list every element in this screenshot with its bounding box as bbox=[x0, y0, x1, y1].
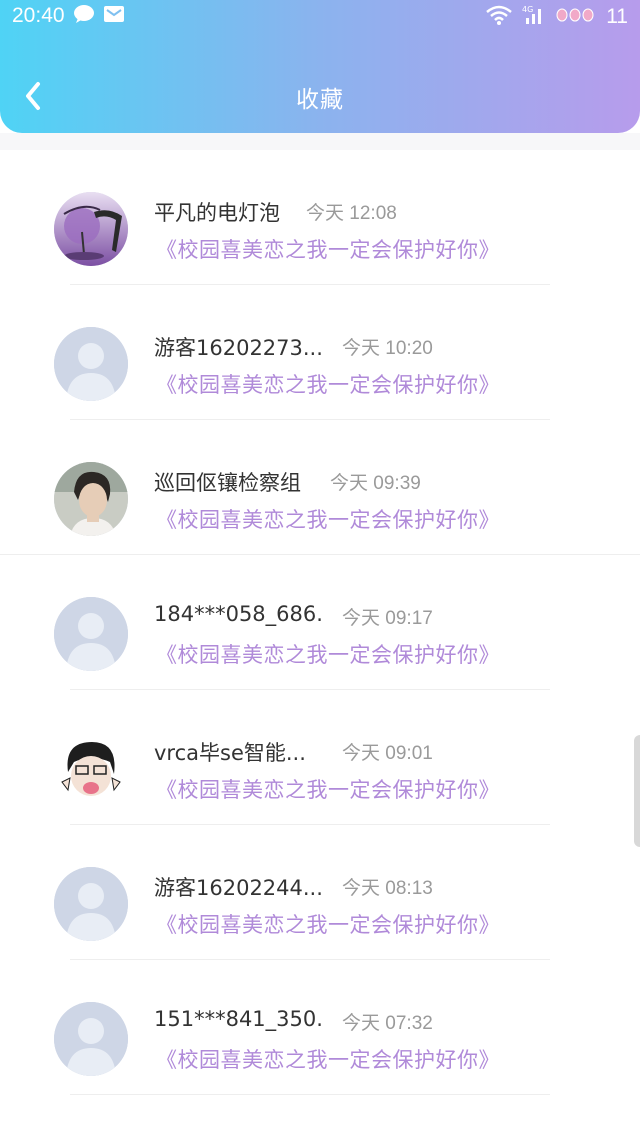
item-time: 今天 12:08 bbox=[306, 203, 397, 224]
item-time: 今天 08:13 bbox=[342, 878, 433, 899]
list-item[interactable]: vrca毕se智能... 今天 09:01 《校园喜美恋之我一定会保护好你》 bbox=[0, 690, 640, 825]
mail-icon bbox=[103, 4, 125, 28]
user-name: 平凡的电灯泡 bbox=[154, 201, 280, 225]
status-time: 20:40 bbox=[12, 4, 65, 27]
list-item[interactable]: 平凡的电灯泡 今天 12:08 《校园喜美恋之我一定会保护好你》 bbox=[0, 150, 640, 285]
favorites-list: 平凡的电灯泡 今天 12:08 《校园喜美恋之我一定会保护好你》 游客16202… bbox=[0, 150, 640, 1095]
item-time: 今天 09:39 bbox=[330, 473, 421, 494]
avatar[interactable] bbox=[54, 732, 128, 806]
list-item[interactable]: 184***058_686... 今天 09:17 《校园喜美恋之我一定会保护好… bbox=[0, 555, 640, 690]
user-name: 游客16202273... bbox=[154, 336, 323, 360]
default-avatar-icon bbox=[54, 867, 128, 941]
battery-level: 11 bbox=[606, 5, 628, 28]
notification-badges-icon bbox=[556, 5, 596, 29]
user-name: 184***058_686... bbox=[154, 602, 324, 626]
user-name: 游客16202244... bbox=[154, 876, 323, 900]
list-item[interactable]: 游客16202244... 今天 08:13 《校园喜美恋之我一定会保护好你》 bbox=[0, 825, 640, 960]
work-title-link[interactable]: 《校园喜美恋之我一定会保护好你》 bbox=[156, 909, 500, 939]
work-title-link[interactable]: 《校园喜美恋之我一定会保护好你》 bbox=[156, 369, 500, 399]
header-bar: 20:40 4G 11 收藏 bbox=[0, 0, 640, 133]
signal-4g-icon: 4G bbox=[522, 4, 546, 30]
user-name: 巡回伛镶检察组 bbox=[154, 471, 301, 495]
svg-text:4G: 4G bbox=[522, 5, 533, 14]
wifi-icon bbox=[486, 5, 512, 29]
user-name: vrca毕se智能... bbox=[154, 741, 306, 765]
default-avatar-icon bbox=[54, 1002, 128, 1076]
item-time: 今天 09:17 bbox=[342, 608, 433, 629]
avatar[interactable] bbox=[54, 327, 128, 401]
work-title-link[interactable]: 《校园喜美恋之我一定会保护好你》 bbox=[156, 234, 500, 264]
chat-bubble-icon bbox=[73, 4, 95, 28]
work-title-link[interactable]: 《校园喜美恋之我一定会保护好你》 bbox=[156, 504, 500, 534]
divider bbox=[70, 1094, 550, 1095]
item-time: 今天 07:32 bbox=[342, 1013, 433, 1034]
avatar[interactable] bbox=[54, 867, 128, 941]
work-title-link[interactable]: 《校园喜美恋之我一定会保护好你》 bbox=[156, 1044, 500, 1074]
default-avatar-icon bbox=[54, 327, 128, 401]
item-time: 今天 09:01 bbox=[342, 743, 433, 764]
list-item[interactable]: 游客16202273... 今天 10:20 《校园喜美恋之我一定会保护好你》 bbox=[0, 285, 640, 420]
work-title-link[interactable]: 《校园喜美恋之我一定会保护好你》 bbox=[156, 774, 500, 804]
avatar[interactable] bbox=[54, 462, 128, 536]
avatar[interactable] bbox=[54, 597, 128, 671]
avatar[interactable] bbox=[54, 1002, 128, 1076]
list-item[interactable]: 151***841_350... 今天 07:32 《校园喜美恋之我一定会保护好… bbox=[0, 960, 640, 1095]
avatar[interactable] bbox=[54, 192, 128, 266]
list-item[interactable]: 巡回伛镶检察组 今天 09:39 《校园喜美恋之我一定会保护好你》 bbox=[0, 420, 640, 555]
default-avatar-icon bbox=[54, 597, 128, 671]
page-title: 收藏 bbox=[296, 87, 344, 113]
user-name: 151***841_350... bbox=[154, 1007, 324, 1031]
header-spacer bbox=[0, 133, 640, 150]
status-bar: 20:40 4G 11 bbox=[0, 0, 640, 38]
work-title-link[interactable]: 《校园喜美恋之我一定会保护好你》 bbox=[156, 639, 500, 669]
edge-scroll-handle[interactable] bbox=[634, 735, 640, 847]
item-time: 今天 10:20 bbox=[342, 338, 433, 359]
